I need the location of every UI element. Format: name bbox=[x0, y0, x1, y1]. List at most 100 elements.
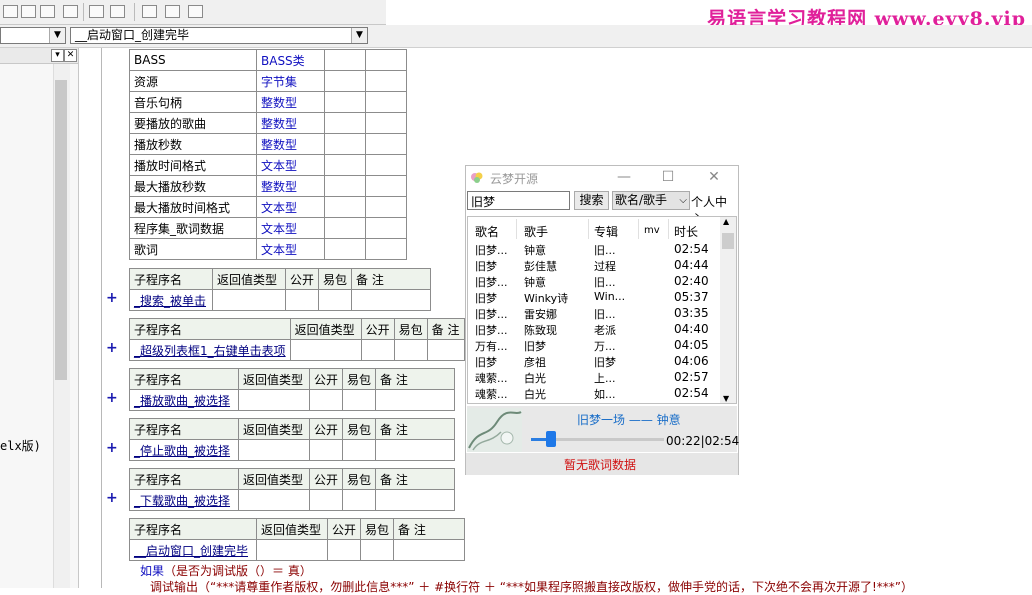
song-row[interactable]: 旧梦 Winky诗 Win... 05:37 bbox=[468, 290, 720, 306]
song-name: 旧梦... bbox=[475, 324, 508, 337]
song-artist: 钟意 bbox=[524, 276, 546, 289]
if-condition: （是否为调试版（）＝ 真） bbox=[164, 564, 312, 578]
sub-name[interactable]: _搜索_被单击 bbox=[129, 289, 213, 311]
search-type-select[interactable]: 歌名/歌手 ⌵ bbox=[612, 191, 690, 210]
song-artist: 彦祖 bbox=[524, 356, 546, 369]
song-row[interactable]: 旧梦 彭佳慧 过程 04:44 bbox=[468, 258, 720, 274]
sub-head-ret: 返回值类型 bbox=[256, 518, 328, 540]
size-both-icon[interactable] bbox=[188, 5, 203, 18]
table-row[interactable]: 播放秒数 整数型 bbox=[129, 133, 407, 155]
sub-name[interactable]: __启动窗口_创建完毕 bbox=[129, 539, 257, 561]
song-row[interactable]: 旧梦... 钟意 旧... 02:40 bbox=[468, 274, 720, 290]
song-row[interactable]: 旧梦 彦祖 旧梦 04:06 bbox=[468, 354, 720, 370]
table-row[interactable]: 歌词 文本型 bbox=[129, 238, 407, 260]
panel-menu-icon[interactable]: ▾ bbox=[51, 49, 64, 62]
minimize-icon[interactable]: — bbox=[612, 168, 636, 186]
form-toolbar bbox=[0, 0, 386, 25]
song-name: 旧梦 bbox=[475, 260, 497, 273]
column-header-artist[interactable]: 歌手 bbox=[524, 223, 548, 240]
column-header-name[interactable]: 歌名 bbox=[475, 223, 499, 240]
playback-time: 00:22|02:54 bbox=[666, 434, 740, 448]
table-row[interactable]: 播放时间格式 文本型 bbox=[129, 154, 407, 176]
sub-head-easy: 易包 bbox=[342, 418, 377, 440]
variable-table: BASS BASS类 资源 字节集 音乐句柄 整数型 要播放的歌曲 整数型 播放秒数 整数… bbox=[129, 49, 407, 260]
align-top-icon[interactable] bbox=[40, 5, 55, 18]
table-row[interactable]: 最大播放时间格式 文本型 bbox=[129, 196, 407, 218]
size-width-icon[interactable] bbox=[142, 5, 157, 18]
sub-head-name: 子程序名 bbox=[129, 368, 239, 390]
table-row[interactable]: 音乐句柄 整数型 bbox=[129, 91, 407, 113]
song-row[interactable]: 旧梦... 雷安娜 旧... 03:35 bbox=[468, 306, 720, 322]
sub-table: 子程序名 返回值类型 公开 易包备 注 _搜索_被单击 bbox=[129, 268, 432, 311]
progress-slider-thumb[interactable] bbox=[546, 431, 556, 447]
sub-name[interactable]: _播放歌曲_被选择 bbox=[129, 389, 239, 411]
sub-head-name: 子程序名 bbox=[129, 518, 257, 540]
search-input[interactable]: 旧梦 bbox=[467, 191, 570, 210]
sub-head-easy: 易包 bbox=[360, 518, 395, 540]
expand-plus-icon[interactable]: + bbox=[106, 440, 118, 456]
sub-head-easy: 易包 bbox=[393, 318, 428, 340]
list-scroll-thumb[interactable] bbox=[722, 233, 734, 249]
align-middle-icon[interactable] bbox=[63, 5, 78, 18]
toolbar-divider bbox=[83, 3, 84, 21]
code-line-debug-output[interactable]: 调试输出（“***请尊重作者版权，勿删此信息***” ＋ #换行符 ＋ “***… bbox=[150, 578, 913, 595]
size-height-icon[interactable] bbox=[165, 5, 180, 18]
var-name: 资源 bbox=[129, 70, 257, 92]
var-name: 音乐句柄 bbox=[129, 91, 257, 113]
align-center-icon[interactable] bbox=[21, 5, 36, 18]
expand-plus-icon[interactable]: + bbox=[106, 390, 118, 406]
column-header-album[interactable]: 专辑 bbox=[594, 223, 618, 240]
expand-plus-icon[interactable]: + bbox=[106, 290, 118, 306]
search-button[interactable]: 搜索 bbox=[574, 191, 609, 210]
song-album: 老派 bbox=[594, 324, 616, 337]
maximize-icon[interactable]: ☐ bbox=[656, 168, 680, 186]
chevron-down-icon: ⌵ bbox=[679, 195, 687, 206]
song-row[interactable]: 旧梦... 钟意 旧... 02:54 bbox=[468, 242, 720, 258]
song-duration: 05:37 bbox=[674, 290, 709, 304]
close-icon[interactable]: ✕ bbox=[702, 168, 726, 186]
table-row[interactable]: 程序集_歌词数据 文本型 bbox=[129, 217, 407, 239]
close-icon[interactable]: ✕ bbox=[64, 49, 77, 62]
editor-gutter bbox=[79, 48, 102, 588]
code-line-if[interactable]: 如果（是否为调试版（）＝ 真） bbox=[140, 562, 312, 579]
spacing-h-icon[interactable] bbox=[89, 5, 104, 18]
table-row[interactable]: BASS BASS类 bbox=[129, 49, 407, 71]
sub-head-note: 备 注 bbox=[393, 518, 466, 540]
table-row[interactable]: 资源 字节集 bbox=[129, 70, 407, 92]
object-combo-bar: ▼ __启动窗口_创建完毕 ▼ bbox=[0, 25, 1032, 48]
song-list[interactable]: 歌名 歌手 专辑 mv 时长 旧梦... 钟意 旧... 02:54 旧梦 彭佳慧 过程 04… bbox=[467, 216, 737, 404]
sub-name[interactable]: _超级列表框1_右键单击表项 bbox=[129, 339, 291, 361]
scroll-down-icon[interactable]: ▼ bbox=[723, 394, 729, 403]
expand-plus-icon[interactable]: + bbox=[106, 490, 118, 506]
sub-head-public: 公开 bbox=[326, 518, 362, 540]
spacing-v-icon[interactable] bbox=[110, 5, 125, 18]
var-name: 程序集_歌词数据 bbox=[129, 217, 257, 239]
list-scrollbar[interactable]: ▲ ▼ bbox=[720, 217, 736, 403]
var-name: 播放秒数 bbox=[129, 133, 257, 155]
chevron-down-icon[interactable]: ▼ bbox=[351, 28, 367, 43]
var-type: 整数型 bbox=[256, 175, 325, 197]
chevron-down-icon[interactable]: ▼ bbox=[49, 28, 65, 43]
var-type: 文本型 bbox=[256, 196, 325, 218]
table-row[interactable]: 最大播放秒数 整数型 bbox=[129, 175, 407, 197]
song-album: 上... bbox=[594, 372, 616, 385]
column-header-mv[interactable]: mv bbox=[644, 225, 660, 236]
song-row[interactable]: 魂萦... 白光 如... 02:54 bbox=[468, 386, 720, 402]
align-left-icon[interactable] bbox=[3, 5, 18, 18]
object-select[interactable]: ▼ bbox=[0, 27, 66, 44]
sub-name[interactable]: _停止歌曲_被选择 bbox=[129, 439, 239, 461]
scroll-up-icon[interactable]: ▲ bbox=[723, 217, 729, 226]
sub-table: 子程序名 返回值类型 公开 易包备 注 _超级列表框1_右键单击表项 bbox=[129, 318, 465, 361]
left-scroll-thumb[interactable] bbox=[55, 80, 67, 380]
column-header-duration[interactable]: 时长 bbox=[674, 223, 698, 240]
sub-table: 子程序名 返回值类型 公开 易包备 注 _播放歌曲_被选择 bbox=[129, 368, 456, 411]
song-row[interactable]: 万有... 旧梦 万... 04:05 bbox=[468, 338, 720, 354]
table-row[interactable]: 要播放的歌曲 整数型 bbox=[129, 112, 407, 134]
event-select[interactable]: __启动窗口_创建完毕 ▼ bbox=[70, 27, 368, 44]
var-name: BASS bbox=[129, 49, 257, 71]
song-row[interactable]: 魂萦... 白光 上... 02:57 bbox=[468, 370, 720, 386]
expand-plus-icon[interactable]: + bbox=[106, 340, 118, 356]
sub-name[interactable]: _下载歌曲_被选择 bbox=[129, 489, 239, 511]
song-duration: 04:06 bbox=[674, 354, 709, 368]
song-row[interactable]: 旧梦... 陈致现 老派 04:40 bbox=[468, 322, 720, 338]
